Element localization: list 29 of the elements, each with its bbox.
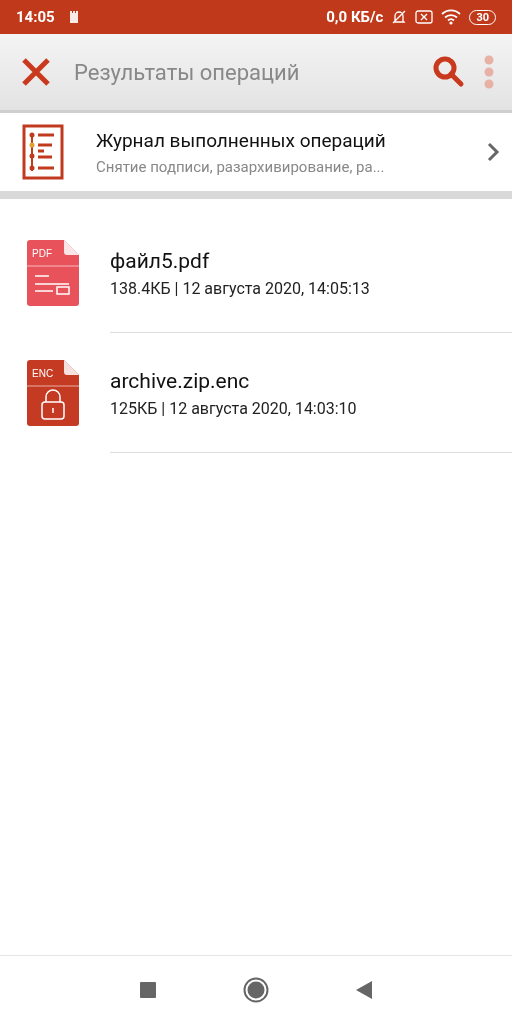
chevron-right-icon <box>486 141 500 163</box>
circle-icon <box>243 977 269 1003</box>
triangle-icon <box>355 980 373 1000</box>
journal-icon <box>22 124 64 180</box>
more-icon <box>484 54 494 90</box>
close-icon <box>20 56 52 88</box>
close-button[interactable] <box>20 56 52 88</box>
home-button[interactable] <box>243 977 269 1003</box>
square-icon <box>139 981 157 999</box>
journal-subtitle: Снятие подписи, разархивирование, ра... <box>96 157 386 176</box>
sim-icon <box>415 10 434 24</box>
file-row[interactable]: ENC archive.zip.enc 125КБ | 12 августа 2020, 14:03:10 <box>0 333 512 453</box>
status-time: 14:05 <box>16 8 55 26</box>
journal-title: Журнал выполненных операций <box>96 128 387 152</box>
tower-icon <box>68 10 79 24</box>
wifi-icon <box>441 9 462 25</box>
file-details: 125КБ | 12 августа 2020, 14:03:10 <box>110 398 357 418</box>
file-name: archive.zip.enc <box>110 368 251 393</box>
bell-muted-icon <box>391 9 408 25</box>
file-name: файл5.pdf <box>110 248 211 273</box>
file-icon: ENC <box>27 360 79 426</box>
file-row[interactable]: PDF файл5.pdf 138.4КБ | 12 августа 2020, 14:05:13 <box>0 213 512 333</box>
toolbar-title: Результаты операций <box>74 59 301 85</box>
file-details: 138.4КБ | 12 августа 2020, 14:05:13 <box>110 278 370 298</box>
file-icon: PDF <box>27 240 79 306</box>
network-speed: 0,0 КБ/с <box>326 8 384 26</box>
journal-row[interactable]: Журнал выполненных операций Снятие подписи, разархивирование, ра... <box>0 113 512 199</box>
back-button[interactable] <box>355 980 373 1000</box>
recents-button[interactable] <box>139 981 157 999</box>
